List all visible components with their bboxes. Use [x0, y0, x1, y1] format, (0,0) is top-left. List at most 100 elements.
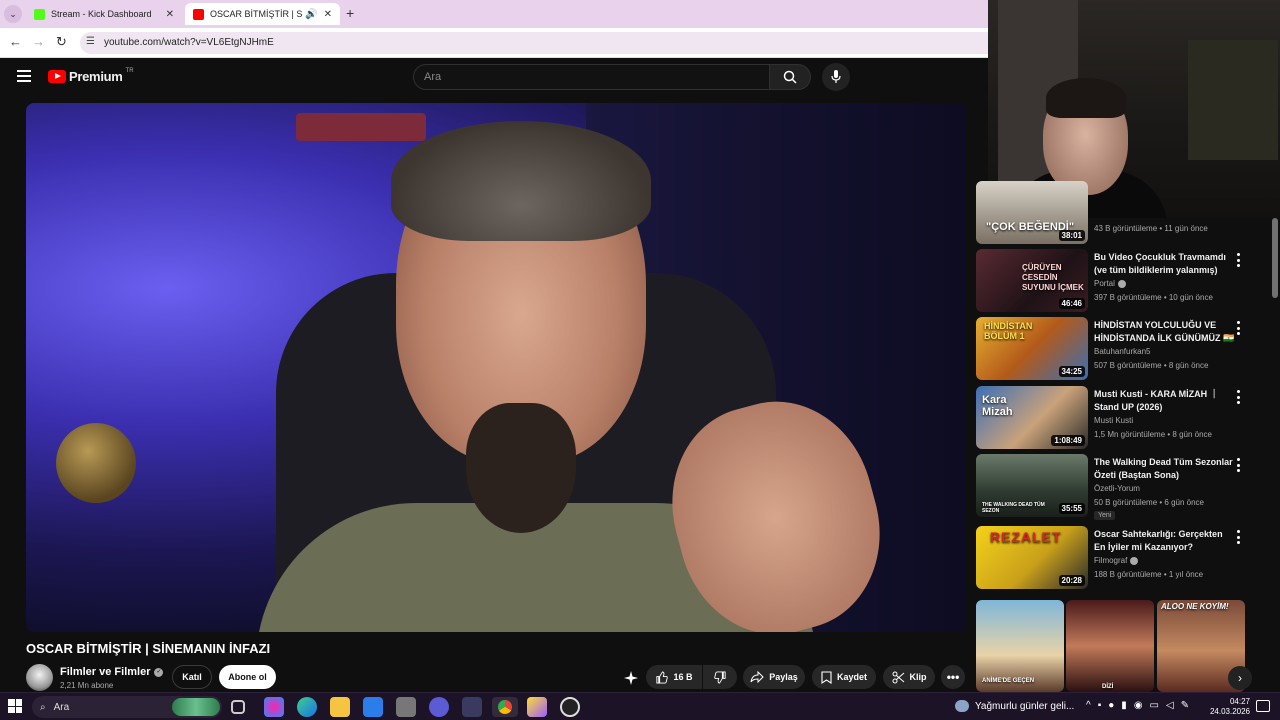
tab-search-button[interactable]: ⌄ — [4, 5, 22, 23]
short-caption: ANİME'DE GEÇEN — [982, 678, 1035, 684]
join-button[interactable]: Katıl — [172, 665, 212, 689]
close-tab-icon[interactable]: ✕ — [166, 9, 174, 20]
video-channel[interactable]: Portal — [1094, 279, 1126, 288]
video-duration: 1:08:49 — [1051, 435, 1085, 446]
clock[interactable]: 04:27 24.03.2026 — [1200, 697, 1250, 717]
speaker-icon[interactable]: 🔊 — [305, 9, 317, 20]
tray-app-icon[interactable]: ▪ — [1098, 700, 1102, 711]
windows-start-icon[interactable] — [8, 699, 22, 713]
microphone-icon — [831, 70, 841, 83]
volume-icon[interactable]: ◁ — [1166, 700, 1174, 711]
tab-youtube[interactable]: OSCAR BİTMİŞTİR | SİNEMANIN İNFAZI - You… — [185, 3, 340, 25]
taskbar-search[interactable]: ⌕ Ara — [32, 696, 222, 718]
video-channel[interactable]: Batuhanfurkan5 — [1094, 347, 1151, 356]
notification-icon[interactable] — [1256, 700, 1270, 712]
tab-label: Stream - Kick Dashboard — [51, 9, 152, 19]
golden-ball-trophy — [56, 423, 136, 503]
app-icon[interactable] — [462, 697, 482, 717]
channel-name: Filmograf — [1094, 556, 1128, 565]
more-vertical-icon[interactable] — [1234, 321, 1242, 335]
edge-icon[interactable] — [297, 697, 317, 717]
task-view-icon[interactable] — [231, 700, 245, 714]
video-thumbnail[interactable]: "ÇOK BEĞENDİ" 38:01 — [976, 181, 1088, 244]
share-button[interactable]: Paylaş — [743, 665, 805, 689]
presenter-hair — [391, 121, 651, 241]
shorts-next-button[interactable]: › — [1228, 666, 1252, 690]
forward-arrow-icon[interactable]: → — [32, 34, 45, 49]
video-thumbnail[interactable]: Kara Mizah 1:08:49 — [976, 386, 1088, 449]
microphone-icon[interactable]: ▮ — [1121, 700, 1127, 711]
sparkle-ask-icon[interactable] — [622, 669, 640, 687]
video-title[interactable]: Musti Kusti - KARA MİZAH ｜ Stand UP (202… — [1094, 388, 1236, 414]
network-icon[interactable]: ▭ — [1150, 700, 1159, 711]
file-explorer-icon[interactable] — [330, 697, 350, 717]
pen-icon[interactable]: ✎ — [1181, 700, 1189, 711]
channel-name: Batuhanfurkan5 — [1094, 347, 1151, 356]
video-title[interactable]: Oscar Sahtekarlığı: Gerçekten En İyiler … — [1094, 528, 1236, 554]
outlook-icon[interactable] — [363, 697, 383, 717]
video-duration: 38:01 — [1058, 230, 1085, 241]
menu-icon[interactable] — [17, 70, 31, 82]
chevron-up-icon[interactable]: ^ — [1086, 700, 1091, 711]
background-shelf — [296, 113, 426, 141]
new-tab-button[interactable]: + — [346, 5, 354, 21]
discord-icon[interactable] — [429, 697, 449, 717]
chevron-right-icon: › — [1238, 671, 1242, 685]
sidebar-scrollbar[interactable] — [1272, 218, 1278, 298]
video-thumbnail[interactable]: THE WALKING DEAD TÜM SEZON 35:55 — [976, 454, 1088, 517]
tab-kick-dashboard[interactable]: Stream - Kick Dashboard ✕ — [26, 3, 182, 25]
video-thumbnail[interactable]: ÇÜRÜYEN CESEDİN SUYUNU İÇMEK 46:46 — [976, 249, 1088, 312]
more-vertical-icon[interactable] — [1234, 458, 1242, 472]
clip-button[interactable]: Klip — [883, 665, 935, 689]
omnibox[interactable]: ☰ youtube.com/watch?v=VL6EtgNJHmE — [80, 32, 1000, 54]
search-button[interactable] — [769, 64, 811, 90]
close-tab-icon[interactable]: ✕ — [324, 9, 332, 20]
video-channel[interactable]: Filmograf — [1094, 556, 1139, 565]
more-vertical-icon[interactable] — [1234, 390, 1242, 404]
save-button[interactable]: Kaydet — [812, 665, 876, 689]
like-count: 16 B — [673, 672, 693, 682]
video-duration: 20:28 — [1058, 575, 1085, 586]
chrome-icon[interactable] — [492, 697, 518, 717]
like-button[interactable]: 16 B — [646, 665, 702, 689]
video-player[interactable] — [26, 103, 966, 632]
search-input[interactable] — [414, 65, 769, 89]
video-channel[interactable]: Musti Kusti — [1094, 416, 1133, 425]
weather-widget[interactable]: Yağmurlu günler geli... — [955, 700, 1074, 712]
copilot-icon[interactable] — [264, 697, 284, 717]
reload-icon[interactable]: ↻ — [56, 34, 67, 50]
app-icon[interactable] — [396, 697, 416, 717]
voice-search-button[interactable] — [822, 63, 850, 91]
site-info-icon[interactable]: ☰ — [86, 36, 95, 47]
tray-app-icon[interactable]: ◉ — [1134, 700, 1143, 711]
partial-video-item[interactable]: "ÇOK BEĞENDİ" 38:01 43 B görüntüleme • 1… — [976, 181, 1270, 244]
channel-avatar[interactable] — [26, 664, 53, 691]
video-thumbnail[interactable]: HİNDİSTAN BÖLÜM 1 34:25 — [976, 317, 1088, 380]
youtube-premium-logo[interactable]: Premium TR — [48, 68, 134, 84]
video-thumbnail[interactable]: REZALET 20:28 — [976, 526, 1088, 589]
video-title[interactable]: Bu Video Çocukluk Travmamdı (ve tüm bild… — [1094, 251, 1236, 277]
obs-icon[interactable] — [560, 697, 580, 717]
webcam-background-shelf — [1188, 40, 1278, 160]
share-label: Paylaş — [769, 672, 798, 682]
url-text[interactable]: youtube.com/watch?v=VL6EtgNJHmE — [104, 37, 274, 48]
dislike-button[interactable] — [703, 665, 737, 689]
channel-name-link[interactable]: Filmler ve Filmler ✓ — [60, 666, 164, 678]
tab-label: OSCAR BİTMİŞTİR | SİNEMANIN İNFAZI - You… — [210, 9, 303, 19]
video-meta: 50 B görüntüleme • 6 gün önce — [1094, 498, 1204, 507]
video-title[interactable]: The Walking Dead Tüm Sezonlar Özeti (Baş… — [1094, 456, 1236, 482]
video-title[interactable]: HİNDİSTAN YOLCULUĞU VE HİNDİSTANDA İLK G… — [1094, 319, 1236, 345]
more-vertical-icon[interactable] — [1234, 253, 1242, 267]
youtube-favicon-icon — [193, 8, 204, 20]
short-item[interactable]: ANİME'DE GEÇEN — [976, 600, 1064, 692]
app-icon[interactable] — [527, 697, 547, 717]
thumbnail-caption: ÇÜRÜYEN CESEDİN SUYUNU İÇMEK — [1022, 263, 1084, 292]
more-actions-button[interactable]: ••• — [941, 665, 965, 689]
video-channel[interactable]: Özetli-Yorum — [1094, 484, 1140, 493]
more-vertical-icon[interactable] — [1234, 530, 1242, 544]
subscribe-button[interactable]: Abone ol — [219, 665, 276, 689]
search-icon: ⌕ — [40, 701, 46, 713]
back-arrow-icon[interactable]: ← — [9, 34, 22, 49]
tray-app-icon[interactable]: ● — [1108, 700, 1114, 711]
short-item[interactable]: DİZİ — [1066, 600, 1154, 692]
